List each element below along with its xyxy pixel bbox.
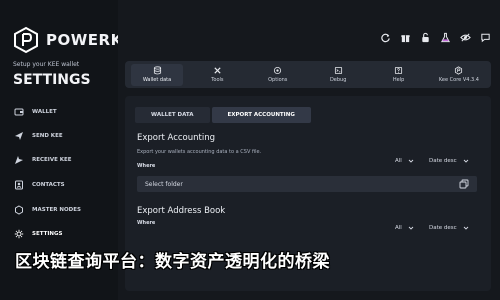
debug-icon: [334, 66, 342, 75]
sidebar-item-send-kee[interactable]: SEND KEE: [14, 127, 110, 145]
subtabs: WALLET DATA EXPORT ACCOUNTING: [135, 107, 311, 123]
visibility-icon[interactable]: [459, 31, 471, 43]
topbar-actions: [379, 31, 491, 43]
sidebar-item-label: WALLET: [32, 109, 57, 115]
sidebar-item-label: CONTACTS: [32, 182, 65, 188]
export-address-book-title: Export Address Book: [137, 206, 226, 216]
chevron-down-icon: [463, 225, 469, 231]
export-accounting-title: Export Accounting: [137, 133, 215, 143]
copy-icon[interactable]: [459, 179, 469, 189]
export-address-book-where-label: Where: [137, 220, 156, 226]
tab-wallet-data[interactable]: Wallet data: [131, 63, 183, 86]
page-title: SETTINGS: [13, 72, 91, 88]
core-icon: [455, 66, 463, 75]
tab-label: Tools: [211, 77, 224, 83]
sidebar-item-label: RECEIVE KEE: [32, 157, 72, 163]
select-value: Date desc: [429, 157, 457, 164]
chevron-down-icon: [408, 225, 414, 231]
settings-icon: [14, 229, 24, 239]
subtab-export-accounting[interactable]: EXPORT ACCOUNTING: [211, 107, 311, 123]
sidebar-item-master-nodes[interactable]: MASTER NODES: [14, 201, 110, 219]
setup-text: Setup your KEE wallet: [13, 61, 80, 68]
export-accounting-description: Export your wallets accounting data to a…: [137, 149, 262, 155]
sidebar-item-settings[interactable]: SETTINGS: [14, 225, 110, 243]
chat-icon[interactable]: [479, 31, 491, 43]
receive-icon: [14, 155, 24, 165]
wallet-icon: [14, 107, 24, 117]
subtab-wallet-data[interactable]: WALLET DATA: [135, 107, 210, 123]
tab-label: Help: [392, 77, 405, 83]
select-value: All: [395, 157, 402, 164]
masternodes-icon: [14, 205, 24, 215]
tab-options[interactable]: Options: [252, 64, 304, 86]
database-icon: [153, 66, 161, 75]
tab-help[interactable]: Help: [373, 64, 425, 86]
tab-label: Wallet data: [142, 77, 172, 83]
options-icon: [274, 66, 282, 75]
select-value: All: [395, 224, 402, 231]
select-folder-input[interactable]: Select folder: [137, 176, 477, 192]
sidebar-item-receive-kee[interactable]: RECEIVE KEE: [14, 151, 110, 169]
export-address-book-sort-select[interactable]: Date desc: [429, 222, 469, 233]
sidebar-item-label: SETTINGS: [32, 231, 63, 237]
tab-tools[interactable]: Tools: [191, 64, 243, 86]
chevron-down-icon: [408, 158, 414, 164]
export-accounting-sort-select[interactable]: Date desc: [429, 155, 469, 166]
send-icon: [14, 131, 24, 141]
export-accounting-type-select[interactable]: All: [395, 155, 414, 166]
tools-icon: [214, 67, 221, 74]
select-value: Date desc: [429, 224, 457, 231]
tab-debug[interactable]: Debug: [312, 64, 364, 86]
contacts-icon: [14, 180, 24, 190]
powerkee-logo-icon: [12, 26, 40, 54]
tab-label: Debug: [329, 77, 347, 83]
settings-nav: Wallet data Tools Options Debug Help Kee…: [125, 61, 491, 88]
sidebar-item-label: MASTER NODES: [32, 207, 81, 213]
sidebar-item-wallet[interactable]: WALLET: [14, 103, 110, 121]
refresh-icon[interactable]: [379, 31, 391, 43]
unlock-icon[interactable]: [419, 31, 431, 43]
select-folder-placeholder: Select folder: [145, 180, 183, 188]
gift-icon[interactable]: [399, 31, 411, 43]
export-address-book-type-select[interactable]: All: [395, 222, 414, 233]
sidebar-item-contacts[interactable]: CONTACTS: [14, 176, 110, 194]
export-accounting-where-label: Where: [137, 163, 156, 169]
chevron-down-icon: [463, 158, 469, 164]
help-icon: [395, 66, 403, 75]
tab-label: Options: [268, 77, 288, 83]
tab-kee-core[interactable]: Kee Core V4.3.4: [433, 64, 485, 86]
flask-icon[interactable]: [439, 31, 451, 43]
sidebar-item-label: SEND KEE: [32, 133, 63, 139]
watermark-text: 区块链查询平台：数字资产透明化的桥梁: [15, 252, 330, 272]
tab-label: Kee Core V4.3.4: [438, 77, 479, 83]
